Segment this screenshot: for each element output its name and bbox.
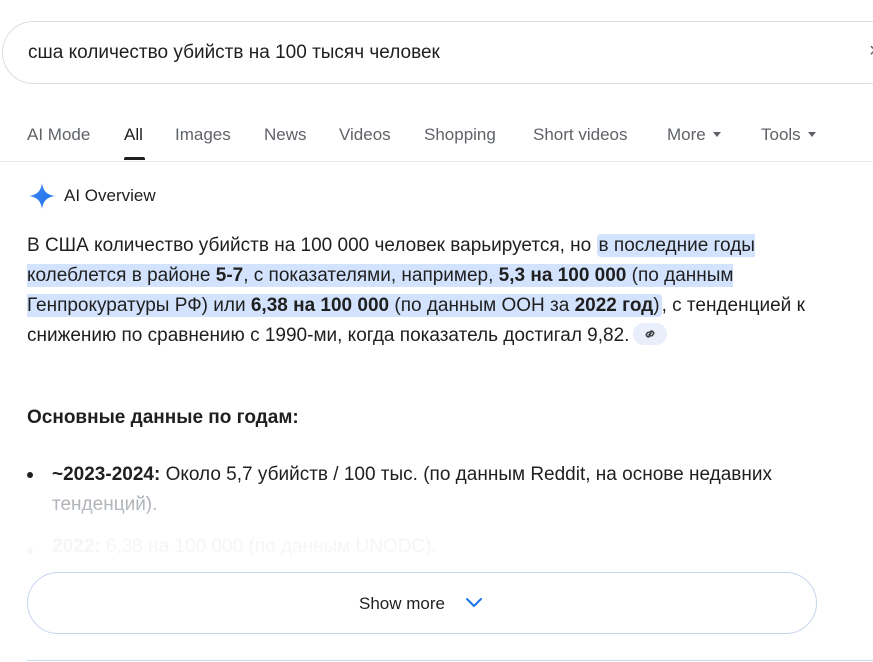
caret-down-icon (712, 132, 721, 138)
bullet-dot (27, 472, 33, 478)
caret-down-icon (807, 132, 816, 138)
bullet-year: 2022: (52, 536, 101, 557)
active-tab-indicator (124, 157, 145, 160)
tab-short-videos[interactable]: Short videos (533, 125, 628, 145)
summary-bold-value: 6,38 на 100 000 (250, 295, 390, 316)
chevron-down-icon (466, 598, 482, 607)
show-more-label: Show more (359, 594, 445, 613)
bullet-text-continued: тенденций). (52, 494, 158, 515)
tab-videos[interactable]: Videos (339, 125, 391, 145)
search-query[interactable]: сша количество убийств на 100 тысяч чело… (28, 42, 440, 64)
tab-news[interactable]: News (264, 125, 307, 145)
clear-search-icon[interactable]: × (869, 40, 873, 63)
tab-shopping[interactable]: Shopping (424, 125, 496, 145)
tools-label: Tools (761, 125, 801, 144)
show-more-button[interactable]: Show more (27, 572, 817, 634)
list-item: 2022: 6,38 на 100 000 (по данным UNODC). (27, 536, 437, 558)
bullet-text: 6,38 на 100 000 (по данным UNODC). (100, 536, 437, 557)
tab-ai-mode[interactable]: AI Mode (27, 125, 90, 145)
yearly-data-list: ~2023-2024: Около 5,7 убийств / 100 тыс.… (27, 460, 837, 520)
tools-button[interactable]: Tools (761, 125, 816, 145)
ai-overview-title: AI Overview (64, 186, 156, 205)
bullet-text: Около 5,7 убийств / 100 тыс. (по данным … (160, 464, 772, 485)
search-box[interactable]: сша количество убийств на 100 тысяч чело… (2, 21, 873, 84)
ai-overview-summary: В США количество убийств на 100 000 чело… (27, 231, 827, 351)
citation-link-button[interactable] (633, 322, 668, 345)
divider (27, 660, 873, 661)
summary-highlight-text: ) (653, 295, 660, 316)
bullet-dot (27, 548, 33, 554)
summary-bold-value: 5-7 (215, 265, 244, 286)
summary-bold-value: 2022 год (574, 295, 654, 316)
tab-more[interactable]: More (667, 125, 721, 145)
link-icon (646, 330, 655, 338)
summary-bold-value: 5,3 на 100 000 (498, 265, 627, 286)
tab-more-label: More (667, 125, 706, 144)
tab-all[interactable]: All (124, 125, 143, 145)
summary-text: В США количество убийств на 100 000 чело… (27, 235, 597, 256)
summary-highlight-text: (по данным ООН за (389, 295, 575, 316)
summary-highlight-text: , с показателями, например, (243, 265, 499, 286)
bullet-year: ~2023-2024: (52, 464, 161, 485)
tab-images[interactable]: Images (175, 125, 231, 145)
sparkle-icon (29, 183, 55, 209)
search-tabs: AI Mode All Images News Videos Shopping … (0, 113, 873, 162)
list-item: ~2023-2024: Около 5,7 убийств / 100 тыс.… (27, 460, 837, 520)
section-title: Основные данные по годам: (27, 407, 299, 428)
